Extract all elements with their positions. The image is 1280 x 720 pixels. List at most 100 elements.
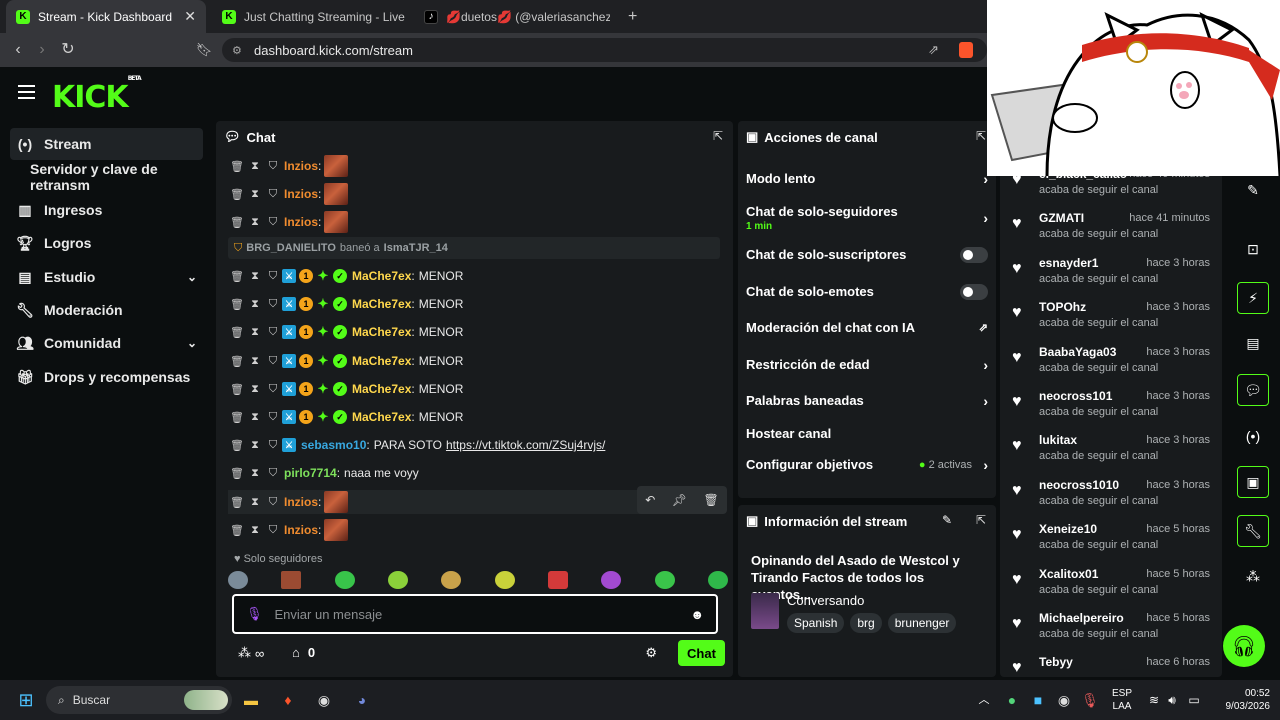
ban-shield-icon[interactable]: ⛉ bbox=[264, 524, 282, 537]
popout-icon[interactable]: ⇱ bbox=[713, 129, 723, 143]
emote-icon[interactable] bbox=[494, 571, 515, 589]
chevron-down-icon[interactable]: ⌄ bbox=[187, 336, 197, 350]
chat-message[interactable]: 🗑︎ ⧗ ⛉ ⚔ 1 ✦ ✓ MaChe7ex: MENOR bbox=[228, 349, 463, 373]
chat-input[interactable]: 🎙︎ Enviar un mensaje ☻ bbox=[232, 594, 718, 634]
chat-username[interactable]: sebasmo10 bbox=[301, 438, 366, 452]
ban-shield-icon[interactable]: ⛉ bbox=[264, 383, 282, 396]
wrench-icon[interactable]: 🔧︎ bbox=[1237, 515, 1269, 547]
chat-username[interactable]: Inzios bbox=[284, 215, 318, 229]
browser-tab[interactable]: K Stream - Kick Dashboard ✕ bbox=[6, 0, 206, 33]
stream-tag[interactable]: brg bbox=[850, 613, 882, 633]
chat-username[interactable]: Inzios bbox=[284, 187, 318, 201]
chat-username[interactable]: Inzios bbox=[284, 159, 318, 173]
emoji-icon[interactable]: ☻ bbox=[690, 607, 704, 622]
follower-name[interactable]: Xeneize10 bbox=[1039, 522, 1097, 536]
follow-event[interactable]: ♥ neocross1010 hace 3 horas acaba de seguir… bbox=[1012, 478, 1210, 522]
chat-username[interactable]: Inzios bbox=[284, 495, 318, 509]
emote-icon[interactable] bbox=[654, 571, 675, 589]
discord-icon[interactable]: ◕ bbox=[350, 688, 374, 712]
follow-event[interactable]: ♥ TOPOhz hace 3 horas acaba de seguir el ca… bbox=[1012, 300, 1210, 344]
delete-message-icon[interactable]: 🗑︎ bbox=[228, 524, 246, 537]
popout-icon[interactable]: ⇱ bbox=[976, 129, 986, 143]
chevron-right-icon[interactable]: › bbox=[983, 457, 988, 473]
chat-username[interactable]: MaChe7ex bbox=[352, 382, 411, 396]
follower-name[interactable]: Michaelpereiro bbox=[1039, 611, 1124, 625]
delete-message-icon[interactable]: 🗑︎ bbox=[228, 496, 246, 509]
chat-username[interactable]: MaChe7ex bbox=[352, 354, 411, 368]
chevron-down-icon[interactable]: ⌄ bbox=[187, 270, 197, 284]
timeout-icon[interactable]: ⧗ bbox=[246, 270, 264, 283]
share-icon[interactable]: ⇗ bbox=[928, 42, 939, 58]
follow-event[interactable]: ♥ neocross101 hace 3 horas acaba de seguir … bbox=[1012, 389, 1210, 433]
ban-shield-icon[interactable]: ⛉ bbox=[264, 496, 282, 509]
follow-event[interactable]: ♥ Xeneize10 hace 5 horas acaba de seguir el… bbox=[1012, 522, 1210, 566]
emote-image[interactable] bbox=[324, 519, 349, 541]
sidebar-item-stream[interactable]: (•) Stream bbox=[10, 128, 203, 160]
ban-shield-icon[interactable]: ⛉ bbox=[264, 326, 282, 339]
chat-message[interactable]: 🗑︎ ⧗ ⛉ ⚔ 1 ✦ ✓ MaChe7ex: MENOR bbox=[228, 292, 463, 316]
chat-message[interactable]: 🗑︎ ⧗ ⛉ ⚔ sebasmo10: PARA SOTO https://vt.tikto… bbox=[228, 433, 605, 457]
follow-event[interactable]: ♥ Michaelpereiro hace 5 horas acaba de segu… bbox=[1012, 611, 1210, 655]
chat-username[interactable]: MaChe7ex bbox=[352, 297, 411, 311]
emote-image[interactable] bbox=[324, 491, 349, 513]
chevron-right-icon[interactable]: › bbox=[983, 393, 988, 409]
delete-message-icon[interactable]: 🗑︎ bbox=[228, 188, 246, 201]
delete-message-icon[interactable]: 🗑︎ bbox=[228, 383, 246, 396]
ban-shield-icon[interactable]: ⛉ bbox=[264, 355, 282, 368]
follow-event[interactable]: ♥ GZMATI hace 41 minutos acaba de seguir el… bbox=[1012, 211, 1210, 255]
ban-shield-icon[interactable]: ⛉ bbox=[264, 411, 282, 424]
pin-icon[interactable]: 📌︎ bbox=[672, 493, 687, 507]
support-headset-icon[interactable]: 🎧︎ bbox=[1223, 625, 1265, 667]
emote-image[interactable] bbox=[324, 183, 349, 205]
chevron-up-icon[interactable]: ︿ bbox=[972, 688, 996, 712]
external-link-icon[interactable]: ⇗ bbox=[979, 321, 988, 334]
delete-message-icon[interactable]: 🗑︎ bbox=[228, 411, 246, 424]
timeout-icon[interactable]: ⧗ bbox=[246, 298, 264, 311]
emote-icon[interactable] bbox=[281, 571, 302, 589]
ban-shield-icon[interactable]: ⛉ bbox=[264, 298, 282, 311]
sidebar-item-comunidad[interactable]: 👥︎ Comunidad ⌄ bbox=[10, 327, 203, 359]
chat-message[interactable]: 🗑︎ ⧗ ⛉ Inzios: bbox=[228, 210, 349, 234]
sidebar-item-server-key[interactable]: Servidor y clave de retransm bbox=[10, 161, 220, 193]
tray-app-icon[interactable]: ● bbox=[1000, 688, 1024, 712]
channel-action-item[interactable]: Modo lento › bbox=[746, 171, 988, 187]
chat-message[interactable]: 🗑︎ ⧗ ⛉ ⚔ 1 ✦ ✓ MaChe7ex: MENOR bbox=[228, 405, 463, 429]
microphone-icon[interactable]: 🎙︎ bbox=[1078, 688, 1102, 712]
menu-icon[interactable] bbox=[18, 85, 35, 99]
screenshot-icon[interactable]: ⊡ bbox=[1237, 233, 1269, 265]
emote-icon[interactable] bbox=[334, 571, 355, 589]
camera-icon[interactable]: ▣ bbox=[1237, 466, 1269, 498]
send-chat-button[interactable]: Chat bbox=[678, 640, 725, 666]
chat-bubble-icon[interactable]: 💬︎ bbox=[1237, 374, 1269, 406]
apps-icon[interactable]: ⁂ bbox=[1237, 560, 1269, 592]
emote-image[interactable] bbox=[324, 155, 349, 177]
stream-tag[interactable]: Spanish bbox=[787, 613, 845, 633]
follow-event[interactable]: ♥ BaabaYaga03 hace 3 horas acaba de seguir … bbox=[1012, 345, 1210, 389]
sidebar-item-moderacion[interactable]: 🔧︎ Moderación bbox=[10, 294, 203, 326]
chat-username[interactable]: MaChe7ex bbox=[352, 269, 411, 283]
input-language[interactable]: ESP LAA bbox=[1112, 687, 1132, 713]
emote-icon[interactable] bbox=[441, 571, 462, 589]
microphone-icon[interactable]: 🎙︎ bbox=[246, 606, 263, 622]
edit-icon[interactable]: ✎ bbox=[1237, 174, 1269, 206]
follower-name[interactable]: neocross101 bbox=[1039, 389, 1112, 403]
battery-icon[interactable]: ▭ bbox=[1182, 688, 1206, 712]
follower-name[interactable]: TOPOhz bbox=[1039, 300, 1086, 314]
sidebar-item-ingresos[interactable]: ▥ Ingresos bbox=[10, 194, 203, 226]
edit-icon[interactable]: ✎ bbox=[942, 513, 952, 527]
follower-name[interactable]: Xcalitox01 bbox=[1039, 567, 1098, 581]
chat-username[interactable]: MaChe7ex bbox=[352, 410, 411, 424]
bolt-icon[interactable]: ⚡︎ bbox=[1237, 282, 1269, 314]
reply-icon[interactable]: ↶ bbox=[645, 493, 655, 507]
timeout-icon[interactable]: ⧗ bbox=[246, 439, 264, 452]
channel-action-item[interactable]: Hostear canal bbox=[746, 426, 988, 441]
follower-name[interactable]: lukitax bbox=[1039, 433, 1077, 447]
delete-message-icon[interactable]: 🗑︎ bbox=[228, 467, 246, 480]
timeout-icon[interactable]: ⧗ bbox=[246, 188, 264, 201]
delete-message-icon[interactable]: 🗑︎ bbox=[228, 326, 246, 339]
delete-message-icon[interactable]: 🗑︎ bbox=[228, 439, 246, 452]
category-thumbnail[interactable] bbox=[751, 593, 779, 629]
site-info-icon[interactable]: ⚙ bbox=[232, 44, 242, 57]
channel-action-item[interactable]: Restricción de edad › bbox=[746, 357, 988, 373]
url-field[interactable]: ⚙ dashboard.kick.com/stream ⇗ bbox=[222, 38, 987, 62]
